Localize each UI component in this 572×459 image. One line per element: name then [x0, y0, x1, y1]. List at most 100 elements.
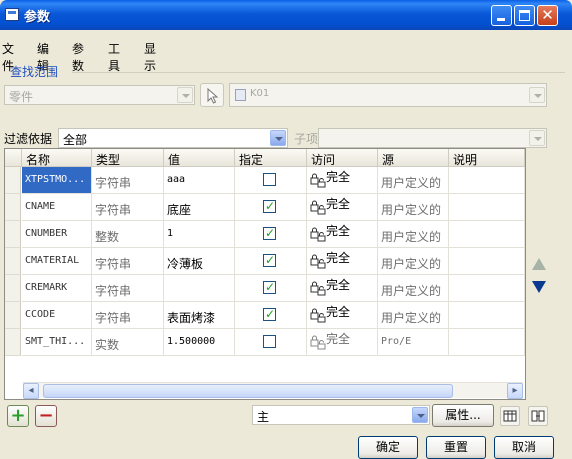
title-bar[interactable]: 参数 ✕ — [0, 0, 572, 30]
select-model-button[interactable] — [200, 83, 224, 107]
cell-name[interactable]: CNAME — [22, 194, 92, 221]
reset-button[interactable]: 重置 — [426, 436, 486, 459]
cell-name[interactable]: CNUMBER — [22, 221, 92, 248]
cell-access[interactable]: 完全 — [307, 248, 378, 275]
cell-access[interactable]: 完全 — [307, 221, 378, 248]
column-header-type[interactable]: 类型 — [92, 149, 164, 167]
table-row[interactable]: CREMARK 字符串 ✓ 完全 用户定义的 — [5, 275, 525, 302]
chevron-down-icon[interactable] — [529, 87, 545, 103]
cell-type[interactable]: 整数 — [92, 221, 164, 248]
close-button[interactable]: ✕ — [537, 5, 558, 26]
cell-source[interactable]: 用户定义的 — [378, 221, 449, 248]
chevron-down-icon[interactable] — [270, 130, 286, 146]
scope-select[interactable]: 零件 — [4, 85, 195, 105]
chevron-down-icon[interactable] — [529, 130, 545, 146]
filter-select[interactable]: 全部 — [58, 128, 288, 148]
cell-access[interactable]: 完全 — [307, 275, 378, 302]
table-row[interactable]: CCODE 字符串 表面烤漆 ✓ 完全 用户定义的 — [5, 302, 525, 329]
menu-parameters[interactable]: 参数 — [72, 40, 84, 74]
cell-name[interactable]: CREMARK — [22, 275, 92, 302]
cell-note[interactable] — [449, 248, 525, 275]
cell-note[interactable] — [449, 275, 525, 302]
cell-value[interactable]: 1 — [164, 221, 235, 248]
scroll-thumb[interactable] — [43, 384, 453, 398]
cell-type[interactable]: 字符串 — [92, 248, 164, 275]
row-header[interactable] — [5, 167, 21, 194]
chevron-down-icon[interactable] — [177, 87, 193, 103]
ok-button[interactable]: 确定 — [358, 436, 418, 459]
table-row[interactable]: CNAME 字符串 底座 ✓ 完全 用户定义的 — [5, 194, 525, 221]
cell-note[interactable] — [449, 194, 525, 221]
cell-value[interactable]: 表面烤漆 — [164, 302, 235, 329]
cancel-button[interactable]: 取消 — [494, 436, 554, 459]
column-header-designated[interactable]: 指定 — [235, 149, 307, 167]
cell-access[interactable]: 完全 — [307, 302, 378, 329]
row-header[interactable] — [5, 275, 21, 302]
cell-value[interactable]: 冷薄板 — [164, 248, 235, 275]
cell-note[interactable] — [449, 329, 525, 356]
cell-note[interactable] — [449, 221, 525, 248]
subitem-select[interactable] — [318, 128, 547, 148]
cell-source[interactable]: Pro/E — [378, 329, 449, 356]
cell-type[interactable]: 字符串 — [92, 167, 164, 194]
row-header[interactable] — [5, 194, 21, 221]
cell-type[interactable]: 字符串 — [92, 194, 164, 221]
cell-type[interactable]: 字符串 — [92, 302, 164, 329]
add-parameter-button[interactable]: + — [7, 405, 29, 427]
column-header-value[interactable]: 值 — [164, 149, 235, 167]
cell-source[interactable]: 用户定义的 — [378, 302, 449, 329]
cell-name[interactable]: CCODE — [22, 302, 92, 329]
move-up-button[interactable] — [531, 257, 547, 273]
cell-value[interactable]: aaa — [164, 167, 235, 194]
remove-parameter-button[interactable]: − — [35, 405, 57, 427]
cell-source[interactable]: 用户定义的 — [378, 194, 449, 221]
cell-access[interactable]: 完全 — [307, 329, 378, 356]
designated-checkbox[interactable]: ✓ — [263, 253, 276, 267]
column-header-access[interactable]: 访问 — [307, 149, 378, 167]
designated-checkbox[interactable]: ✓ — [263, 280, 276, 294]
designated-checkbox[interactable]: ✓ — [263, 199, 276, 213]
cell-type[interactable]: 实数 — [92, 329, 164, 356]
model-select[interactable]: K01 — [229, 83, 547, 107]
scroll-left-button[interactable]: ◂ — [23, 383, 39, 399]
columns-button[interactable] — [528, 406, 548, 426]
table-row[interactable]: XTPSTMO... 字符串 aaa 完全 用户定义的 — [5, 167, 525, 194]
properties-button[interactable]: 属性... — [432, 404, 494, 427]
table-row[interactable]: CNUMBER 整数 1 ✓ 完全 用户定义的 — [5, 221, 525, 248]
cell-source[interactable]: 用户定义的 — [378, 275, 449, 302]
minimize-button[interactable] — [491, 5, 512, 26]
cell-note[interactable] — [449, 167, 525, 194]
cell-name[interactable]: CMATERIAL — [22, 248, 92, 275]
designated-checkbox[interactable]: ✓ — [263, 226, 276, 240]
cell-value[interactable]: 底座 — [164, 194, 235, 221]
designated-checkbox[interactable] — [263, 335, 276, 348]
view-select[interactable]: 主 — [252, 405, 430, 425]
cell-access[interactable]: 完全 — [307, 194, 378, 221]
menu-display[interactable]: 显示 — [144, 40, 156, 74]
designated-checkbox[interactable]: ✓ — [263, 307, 276, 321]
cell-note[interactable] — [449, 302, 525, 329]
scroll-right-button[interactable]: ▸ — [507, 383, 523, 399]
cell-value[interactable]: 1.500000 — [164, 329, 235, 356]
row-header[interactable] — [5, 221, 21, 248]
maximize-button[interactable] — [514, 5, 535, 26]
chevron-down-icon[interactable] — [412, 407, 428, 423]
column-header-name[interactable]: 名称 — [22, 149, 92, 167]
column-header-note[interactable]: 说明 — [449, 149, 525, 167]
row-header[interactable] — [5, 248, 21, 275]
horizontal-scrollbar[interactable]: ◂ ▸ — [23, 382, 523, 399]
cell-name[interactable]: SMT_THI... — [22, 329, 92, 356]
menu-tools[interactable]: 工具 — [108, 40, 120, 74]
move-down-button[interactable] — [531, 280, 547, 296]
column-header-source[interactable]: 源 — [378, 149, 449, 167]
table-view-button[interactable] — [500, 406, 520, 426]
table-row[interactable]: SMT_THI... 实数 1.500000 完全 Pro/E — [5, 329, 525, 356]
cell-source[interactable]: 用户定义的 — [378, 167, 449, 194]
row-header[interactable] — [5, 329, 21, 356]
table-row[interactable]: CMATERIAL 字符串 冷薄板 ✓ 完全 用户定义的 — [5, 248, 525, 275]
row-header[interactable] — [5, 302, 21, 329]
designated-checkbox[interactable] — [263, 173, 276, 186]
cell-value[interactable] — [164, 275, 235, 302]
cell-name[interactable]: XTPSTMO... — [22, 167, 92, 194]
cell-source[interactable]: 用户定义的 — [378, 248, 449, 275]
